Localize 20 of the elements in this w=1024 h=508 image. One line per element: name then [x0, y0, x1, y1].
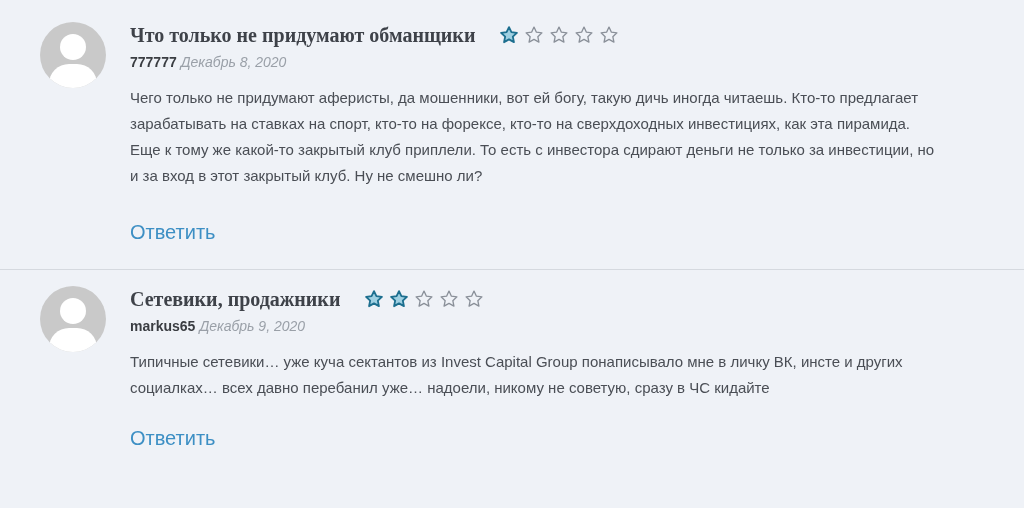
- comment-title: Что только не придумают обманщики: [130, 23, 476, 49]
- star-icon: [524, 25, 545, 45]
- star-icon: [364, 289, 385, 309]
- star-icon: [549, 25, 570, 45]
- star-icon: [599, 25, 620, 45]
- star-icon: [414, 289, 435, 309]
- author-name: 777777: [130, 53, 177, 72]
- reply-link[interactable]: Ответить: [130, 423, 216, 453]
- star-icon: [389, 289, 410, 309]
- reply-link[interactable]: Ответить: [130, 217, 216, 247]
- star-icon: [499, 25, 520, 45]
- comment-date: Декабрь 9, 2020: [199, 317, 306, 336]
- comment-text: Чего только не придумают аферисты, да мошенники, вот ей богу, такую дичь иногда читаешь. Кто-то предлагает зарабатывать на ставках на спорт, кто-то на форексе, кто-то на сверхдоходных инвестициях, как эта пирамида. Еще к тому же какой-то закрытый клуб приплели. То есть с инвестора сдирают деньги не только за инвестиции, но и за вход в этот закрытый клуб. Ну не смешно ли?: [130, 88, 936, 186]
- star-icon: [439, 289, 460, 309]
- star-icon: [464, 289, 485, 309]
- author-name: markus65: [130, 317, 196, 336]
- star-icon: [574, 25, 595, 45]
- comment-date: Декабрь 8, 2020: [180, 53, 287, 72]
- comment-text: Типичные сетевики… уже куча сектантов из Invest Capital Group понаписывало мне в личку ВК, инсте и других социалках… всех давно перебанил уже… надоели, никому не советую, сразу в ЧС кидайте: [130, 352, 904, 398]
- comment-title: Сетевики, продажники: [130, 287, 341, 313]
